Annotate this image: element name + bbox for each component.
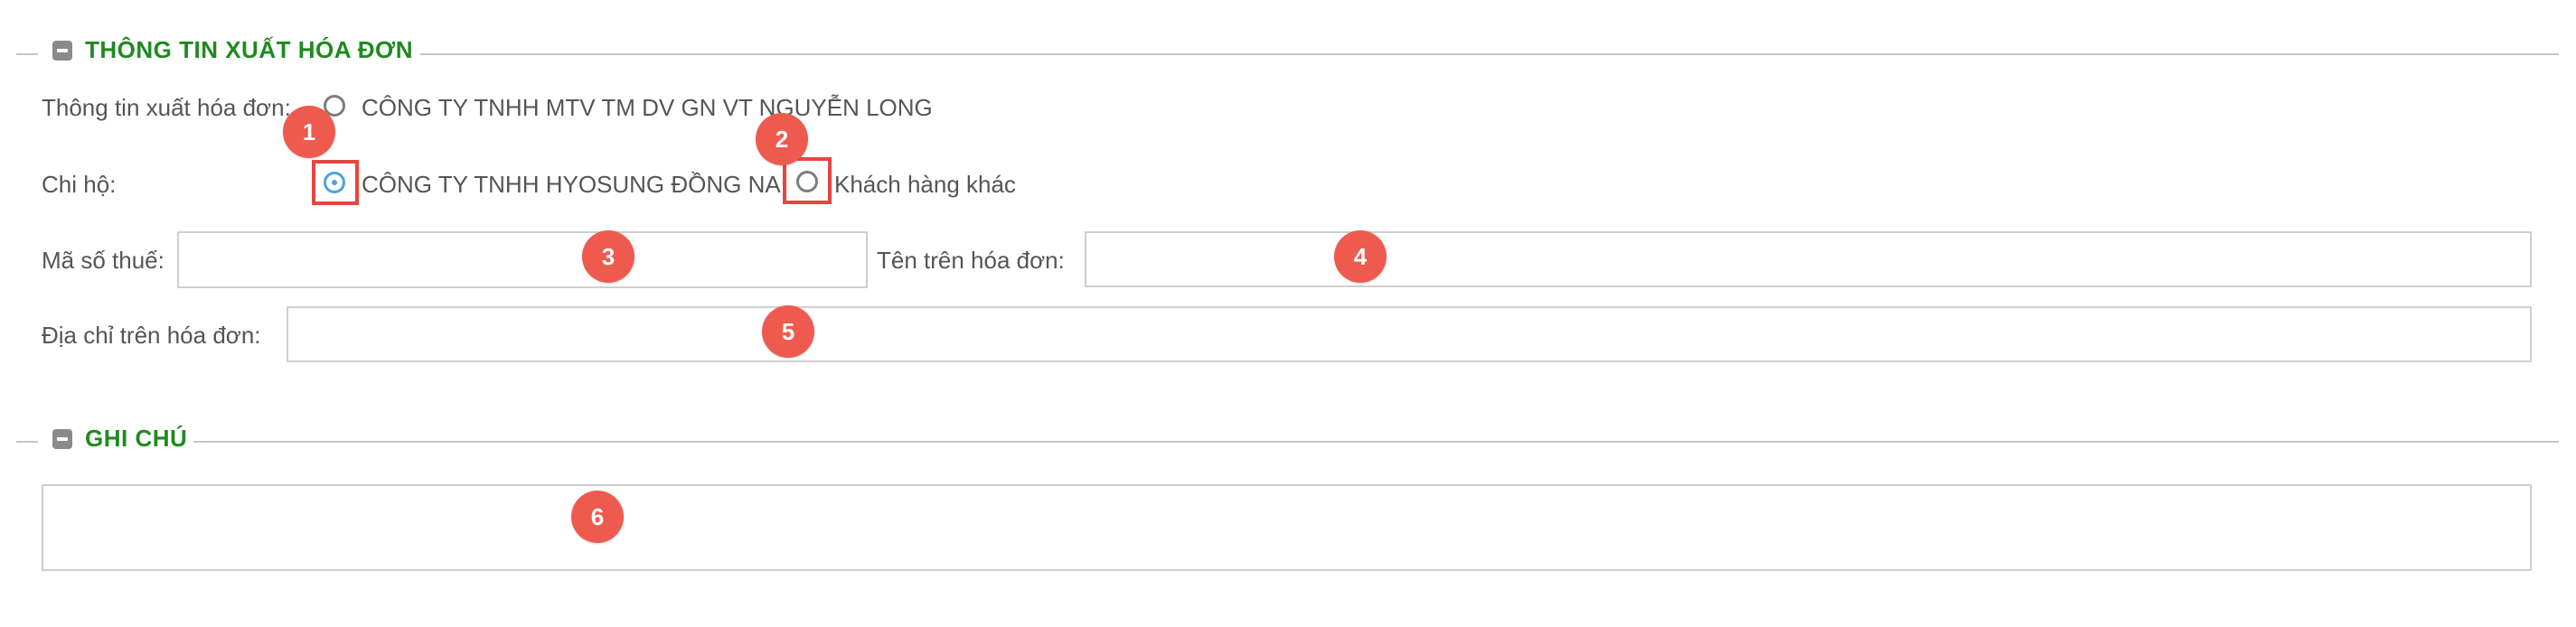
- marker-2: 2: [756, 113, 808, 165]
- invoice-name-input[interactable]: [1085, 231, 2532, 287]
- collapse-invoice-section-icon[interactable]: [52, 41, 72, 61]
- notes-section-title: GHI CHÚ: [85, 425, 188, 452]
- tax-code-label: Mã số thuế:: [42, 247, 165, 274]
- other-customer-option-label: Khách hàng khác: [834, 171, 1016, 198]
- highlight-box-2: [783, 157, 832, 204]
- invoice-section-title: THÔNG TIN XUẤT HÓA ĐƠN: [85, 36, 413, 63]
- tax-code-input[interactable]: [177, 231, 868, 288]
- marker-6: 6: [571, 491, 624, 543]
- section-divider-right: [420, 53, 2559, 55]
- invoice-address-label: Địa chỉ trên hóa đơn:: [42, 322, 261, 349]
- company-option-label: CÔNG TY TNHH HYOSUNG ĐỒNG NA: [362, 171, 781, 198]
- marker-5: 5: [762, 305, 814, 358]
- collapse-notes-section-icon[interactable]: [52, 429, 72, 449]
- marker-1: 1: [283, 106, 335, 158]
- invoice-info-label: Thông tin xuất hóa đơn:: [42, 94, 291, 121]
- notes-textarea[interactable]: [42, 484, 2532, 571]
- marker-3: 3: [582, 230, 635, 283]
- marker-4: 4: [1334, 230, 1387, 283]
- invoice-info-option-label: CÔNG TY TNHH MTV TM DV GN VT NGUYỄN LONG: [362, 94, 933, 121]
- pay-on-behalf-label: Chi hộ:: [42, 171, 117, 198]
- section-divider-left: [16, 53, 38, 55]
- notes-divider-right: [193, 441, 2559, 443]
- invoice-address-input[interactable]: [287, 306, 2532, 362]
- notes-divider-left: [16, 441, 38, 443]
- invoice-name-label: Tên trên hóa đơn:: [877, 247, 1065, 274]
- highlight-box-1: [312, 160, 359, 205]
